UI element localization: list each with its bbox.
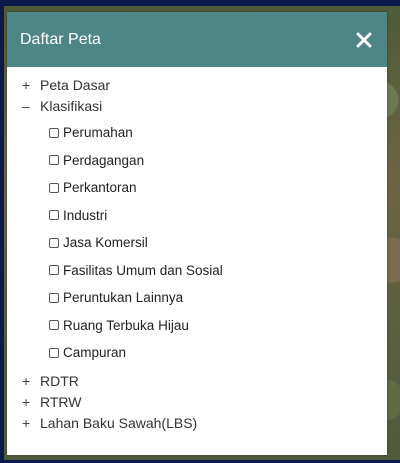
layer-checkbox[interactable] xyxy=(49,292,59,303)
tree-item-label[interactable]: Klasifikasi xyxy=(40,98,102,114)
layer-checkbox[interactable] xyxy=(49,155,59,166)
layer-item-label[interactable]: Fasilitas Umum dan Sosial xyxy=(63,263,223,278)
layer-checkbox[interactable] xyxy=(49,320,59,331)
layer-item-label[interactable]: Perumahan xyxy=(63,125,133,140)
layer-item-label[interactable]: Ruang Terbuka Hijau xyxy=(63,318,189,333)
layer-item-label[interactable]: Perdagangan xyxy=(63,153,144,168)
expand-icon[interactable]: + xyxy=(22,415,37,431)
close-icon xyxy=(356,32,372,47)
layer-item-jasa-komersil[interactable]: Jasa Komersil xyxy=(7,229,387,257)
layer-item-ruang-terbuka-hijau[interactable]: Ruang Terbuka Hijau xyxy=(7,312,387,340)
layer-item-label[interactable]: Jasa Komersil xyxy=(63,235,148,250)
map-list-panel: Daftar Peta + Peta Dasar – Klasifikasi P… xyxy=(7,12,387,455)
tree-item-lahan-baku-sawah[interactable]: + Lahan Baku Sawah(LBS) xyxy=(7,413,387,434)
layer-item-perumahan[interactable]: Perumahan xyxy=(7,119,387,147)
layer-item-fasilitas-umum[interactable]: Fasilitas Umum dan Sosial xyxy=(7,257,387,285)
tree-item-label[interactable]: RDTR xyxy=(40,373,79,389)
layer-item-perdagangan[interactable]: Perdagangan xyxy=(7,147,387,175)
klasifikasi-list: Perumahan Perdagangan Perkantoran Indust… xyxy=(7,116,387,371)
expand-icon[interactable]: + xyxy=(22,394,37,410)
tree-item-label[interactable]: Lahan Baku Sawah(LBS) xyxy=(40,415,197,431)
panel-header: Daftar Peta xyxy=(7,12,387,67)
layer-item-label[interactable]: Perkantoran xyxy=(63,180,137,195)
panel-title: Daftar Peta xyxy=(20,30,101,48)
collapse-icon[interactable]: – xyxy=(22,98,37,114)
layer-tree: + Peta Dasar – Klasifikasi Perumahan Per… xyxy=(7,67,387,434)
layer-item-perkantoran[interactable]: Perkantoran xyxy=(7,174,387,202)
layer-item-campuran[interactable]: Campuran xyxy=(7,339,387,367)
tree-item-klasifikasi[interactable]: – Klasifikasi xyxy=(7,95,387,116)
layer-checkbox[interactable] xyxy=(49,210,59,221)
window-frame-left xyxy=(0,0,4,463)
tree-item-rdtr[interactable]: + RDTR xyxy=(7,371,387,392)
tree-item-label[interactable]: Peta Dasar xyxy=(40,77,110,93)
layer-item-industri[interactable]: Industri xyxy=(7,202,387,230)
layer-checkbox[interactable] xyxy=(49,127,59,138)
tree-item-rtrw[interactable]: + RTRW xyxy=(7,392,387,413)
layer-item-label[interactable]: Industri xyxy=(63,208,107,223)
layer-item-label[interactable]: Peruntukan Lainnya xyxy=(63,290,183,305)
layer-checkbox[interactable] xyxy=(49,265,59,276)
layer-item-peruntukan-lainnya[interactable]: Peruntukan Lainnya xyxy=(7,284,387,312)
tree-item-label[interactable]: RTRW xyxy=(40,394,81,410)
expand-icon[interactable]: + xyxy=(22,77,37,93)
tree-item-peta-dasar[interactable]: + Peta Dasar xyxy=(7,74,387,95)
close-button[interactable] xyxy=(351,27,377,53)
layer-checkbox[interactable] xyxy=(49,182,59,193)
layer-checkbox[interactable] xyxy=(49,237,59,248)
window-frame-top xyxy=(0,0,400,6)
expand-icon[interactable]: + xyxy=(22,373,37,389)
layer-item-label[interactable]: Campuran xyxy=(63,345,126,360)
layer-checkbox[interactable] xyxy=(49,347,59,358)
